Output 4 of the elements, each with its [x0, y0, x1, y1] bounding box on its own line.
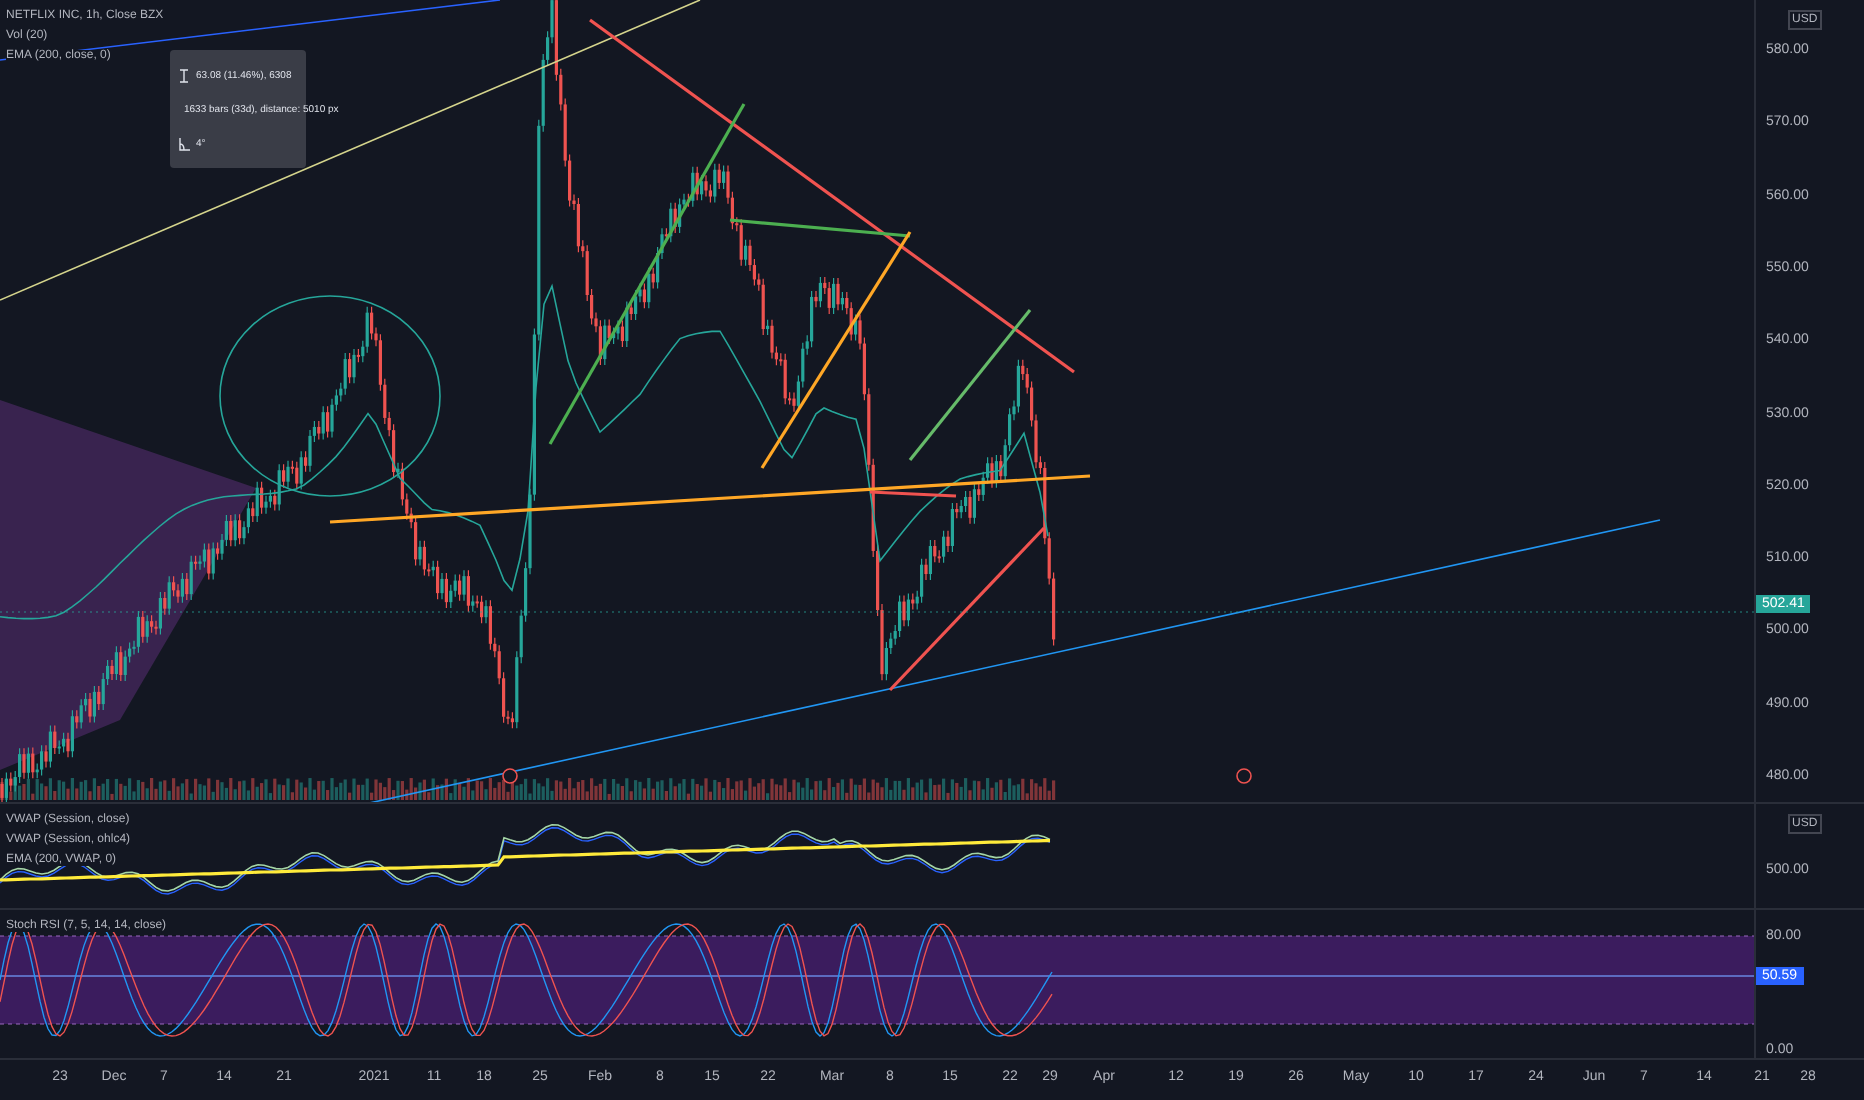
- angle-icon: [178, 135, 190, 151]
- circle-icon: [1236, 768, 1252, 784]
- price-range-icon: [178, 67, 190, 83]
- circle-icon: [502, 768, 518, 784]
